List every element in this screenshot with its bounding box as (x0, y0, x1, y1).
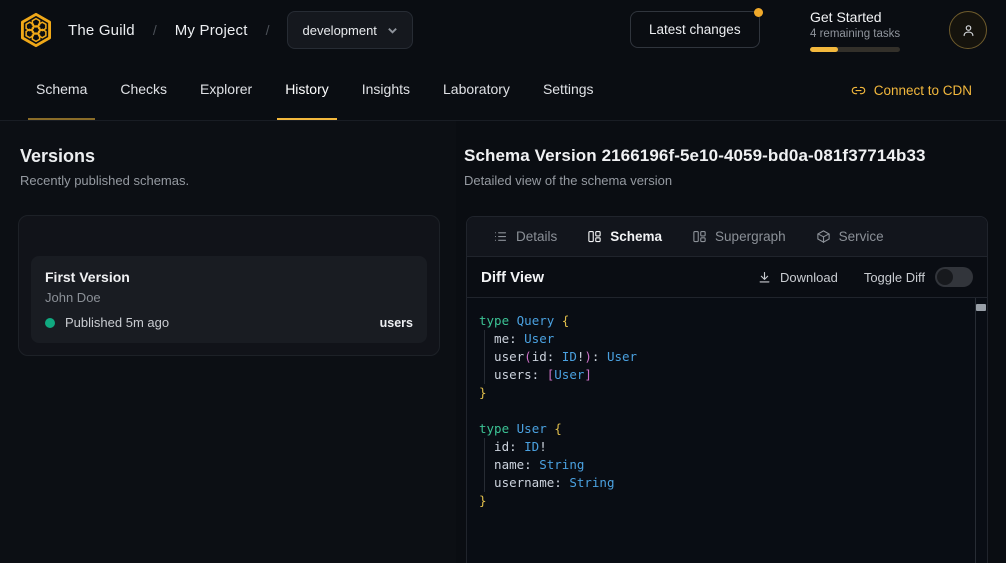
code-line: me: User (479, 330, 963, 348)
top-bar: The Guild / My Project / development Lat… (0, 0, 1006, 60)
switch-knob (937, 269, 953, 285)
nav-tab-schema[interactable]: Schema (28, 60, 95, 120)
columns-icon (692, 229, 707, 244)
version-list-card: First Version John Doe Published 5m ago … (18, 215, 440, 356)
code-line: type Query { (479, 312, 963, 330)
indent-guide (484, 438, 485, 492)
user-icon (961, 23, 976, 38)
code-line: username: String (479, 474, 963, 492)
code-line: } (479, 384, 963, 402)
version-status: Published 5m ago (65, 315, 169, 330)
project-nav: Schema Checks Explorer History Insights … (0, 60, 1006, 121)
published-status-dot (45, 318, 55, 328)
get-started-progressbar (810, 47, 900, 52)
chevron-down-icon (387, 25, 398, 36)
breadcrumb-org[interactable]: The Guild (68, 22, 135, 39)
version-service-badge: users (380, 316, 413, 330)
nav-tab-laboratory[interactable]: Laboratory (435, 60, 518, 120)
code-line: id: ID! (479, 438, 963, 456)
target-selector-dropdown[interactable]: development (287, 11, 412, 49)
versions-panel: Versions Recently published schemas. Fir… (0, 121, 456, 563)
connect-to-cdn-link[interactable]: Connect to CDN (851, 60, 972, 120)
toggle-diff-control: Toggle Diff (864, 267, 973, 287)
code-line: } (479, 492, 963, 510)
code-block: type Query { me: User user(id: ID!): Use… (467, 298, 987, 510)
toggle-diff-switch[interactable] (935, 267, 973, 287)
nav-tab-insights[interactable]: Insights (354, 60, 418, 120)
tab-schema[interactable]: Schema (575, 217, 674, 256)
diff-view-header: Diff View Download Toggle Diff (467, 257, 987, 298)
nav-tab-history[interactable]: History (277, 60, 337, 120)
columns-icon (587, 229, 602, 244)
code-line: type User { (479, 420, 963, 438)
schema-version-title: Schema Version 2166196f-5e10-4059-bd0a-0… (464, 146, 926, 166)
notification-dot (754, 8, 763, 17)
nav-tab-checks[interactable]: Checks (112, 60, 175, 120)
user-menu-avatar[interactable] (949, 11, 987, 49)
latest-changes-button[interactable]: Latest changes (630, 11, 760, 48)
breadcrumb-separator: / (266, 22, 270, 38)
version-author: John Doe (45, 290, 413, 305)
toggle-diff-label: Toggle Diff (864, 270, 925, 285)
code-line: users: [User] (479, 366, 963, 384)
scrollbar-thumb[interactable] (976, 304, 986, 311)
breadcrumb-separator: / (153, 22, 157, 38)
nav-tabs: Schema Checks Explorer History Insights … (28, 60, 602, 120)
latest-changes-label: Latest changes (649, 22, 741, 37)
code-line (479, 402, 963, 420)
progress-fill (810, 47, 838, 52)
connect-to-cdn-label: Connect to CDN (874, 83, 972, 98)
tab-supergraph[interactable]: Supergraph (680, 217, 798, 256)
diff-view-title: Diff View (481, 269, 544, 286)
schema-version-panel: Schema Version 2166196f-5e10-4059-bd0a-0… (456, 121, 1006, 563)
get-started-widget[interactable]: Get Started 4 remaining tasks (810, 9, 910, 52)
breadcrumb-project[interactable]: My Project (175, 22, 248, 39)
diff-actions: Download Toggle Diff (757, 267, 973, 287)
download-button[interactable]: Download (757, 270, 838, 285)
versions-subtitle: Recently published schemas. (20, 173, 189, 188)
download-icon (757, 270, 772, 285)
box-icon (816, 229, 831, 244)
version-status-row: Published 5m ago users (45, 315, 413, 330)
schema-version-subtitle: Detailed view of the schema version (464, 173, 672, 188)
get-started-title: Get Started (810, 9, 910, 25)
get-started-subtitle: 4 remaining tasks (810, 28, 910, 40)
nav-tab-explorer[interactable]: Explorer (192, 60, 260, 120)
detail-tabs: Details Schema Supergraph Service (467, 217, 987, 257)
tab-service[interactable]: Service (804, 217, 896, 256)
nav-tab-settings[interactable]: Settings (535, 60, 602, 120)
version-name: First Version (45, 269, 413, 285)
version-list-item[interactable]: First Version John Doe Published 5m ago … (31, 256, 427, 343)
scrollbar-track (975, 298, 976, 563)
indent-guide (484, 330, 485, 384)
versions-title: Versions (20, 146, 95, 167)
link-icon (851, 83, 866, 98)
tab-details[interactable]: Details (481, 217, 569, 256)
breadcrumb: The Guild / My Project / (68, 22, 269, 39)
list-icon (493, 229, 508, 244)
code-line: name: String (479, 456, 963, 474)
schema-code-viewer[interactable]: type Query { me: User user(id: ID!): Use… (467, 298, 987, 563)
hive-logo-icon[interactable] (16, 10, 56, 50)
schema-version-detail-card: Details Schema Supergraph Service (466, 216, 988, 563)
target-selector-value: development (302, 23, 376, 38)
code-line: user(id: ID!): User (479, 348, 963, 366)
